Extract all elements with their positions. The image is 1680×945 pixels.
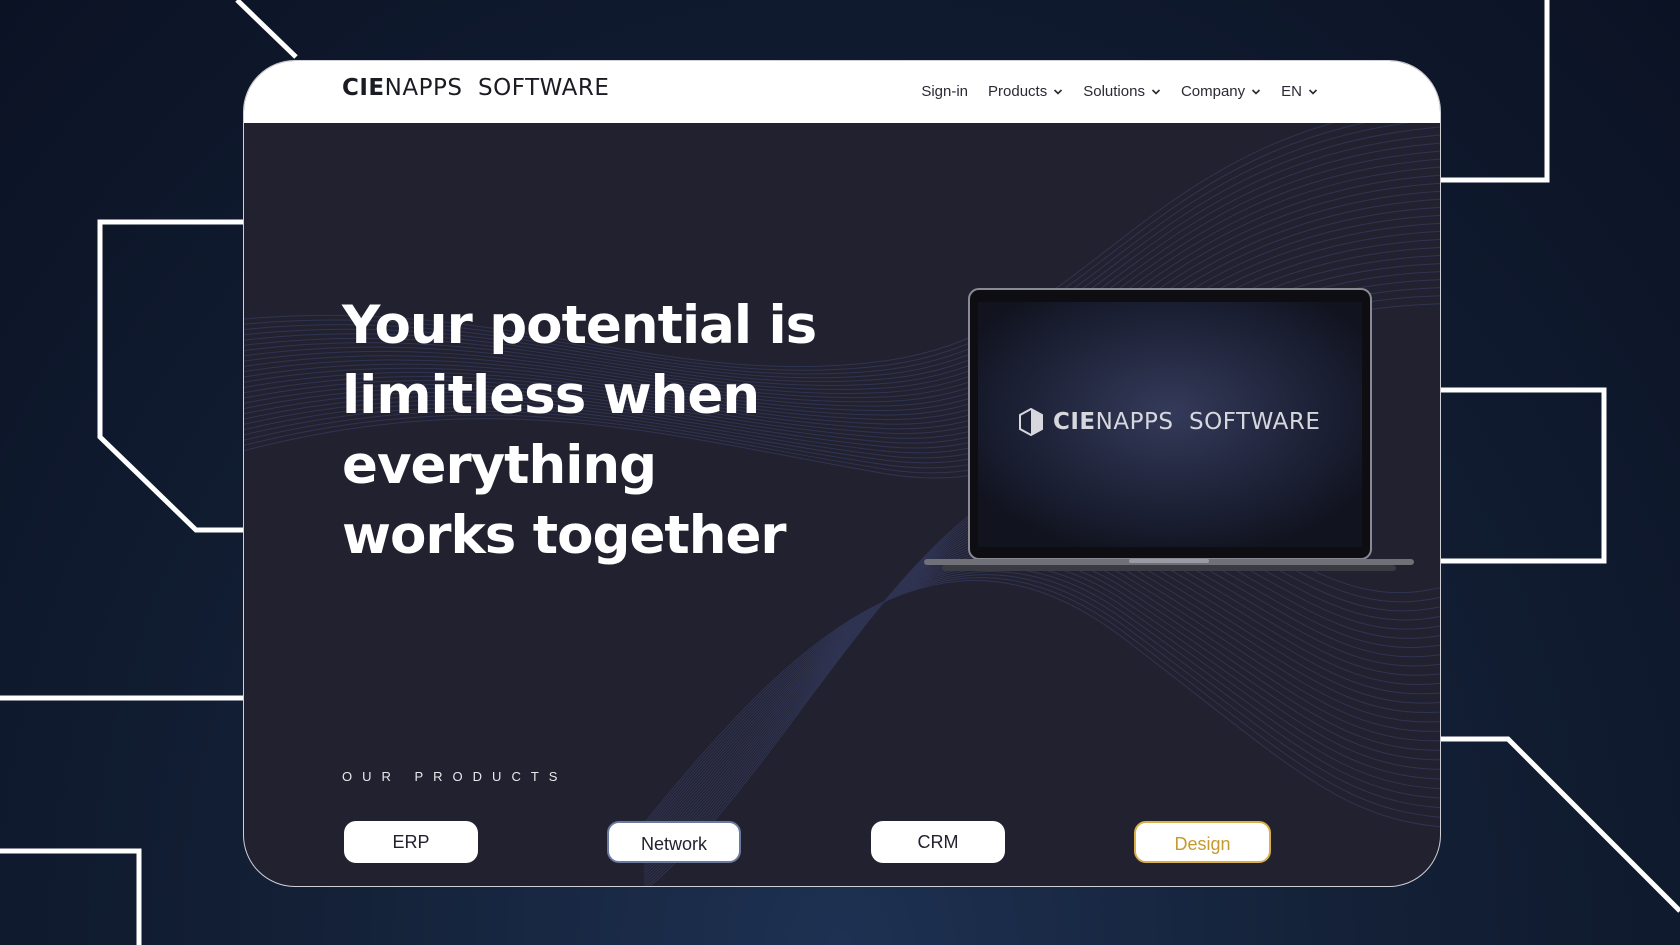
laptop-logo-bold: CIE [1053,409,1096,435]
nav-solutions[interactable]: Solutions [1083,83,1161,100]
laptop-screen-logo: CIENAPPS SOFTWARE [1019,408,1320,436]
nav-label: Sign-in [921,83,969,100]
product-design-button[interactable]: Design [1134,821,1271,863]
product-crm-button[interactable]: CRM [871,821,1005,863]
hero-line: works together [342,505,787,566]
product-network-button[interactable]: Network [607,821,741,863]
logo-bold-text: CIE [342,75,385,101]
hero-line: limitless when [342,365,760,426]
nav-label: Company [1180,83,1246,100]
laptop-illustration: CIENAPPS SOFTWARE [924,286,1414,646]
laptop-icon [924,288,1414,571]
site-header: CIENAPPS SOFTWARE Sign-in Products Solut… [244,61,1440,123]
chevron-down-icon [1151,88,1161,95]
chevron-down-icon [1308,88,1318,95]
logo-light-text: NAPPS SOFTWARE [384,75,610,101]
nav-label: Solutions [1083,83,1145,100]
nav-label: Products [988,83,1048,100]
cube-logo-icon [1019,408,1043,436]
laptop-logo-light: NAPPS SOFTWARE [1095,409,1321,435]
nav-sign-in[interactable]: Sign-in [921,83,968,100]
chevron-down-icon [1252,88,1261,95]
hero-line: everything [342,435,657,496]
product-erp-button[interactable]: ERP [344,821,478,863]
nav-company[interactable]: Company [1181,83,1261,100]
nav-language[interactable]: EN [1281,83,1318,100]
our-products-label: OUR PRODUCTS [342,769,568,784]
main-nav: Sign-in Products Solutions Company EN [921,83,1318,100]
chevron-down-icon [1054,88,1063,95]
hero-heading: Your potential is limitless when everyth… [342,291,862,571]
main-card: CIENAPPS SOFTWARE Sign-in Products Solut… [243,60,1441,887]
site-logo[interactable]: CIENAPPS SOFTWARE [342,75,609,101]
nav-products[interactable]: Products [988,83,1063,100]
hero-line: Your potential is [342,295,817,356]
nav-label: EN [1281,83,1302,100]
